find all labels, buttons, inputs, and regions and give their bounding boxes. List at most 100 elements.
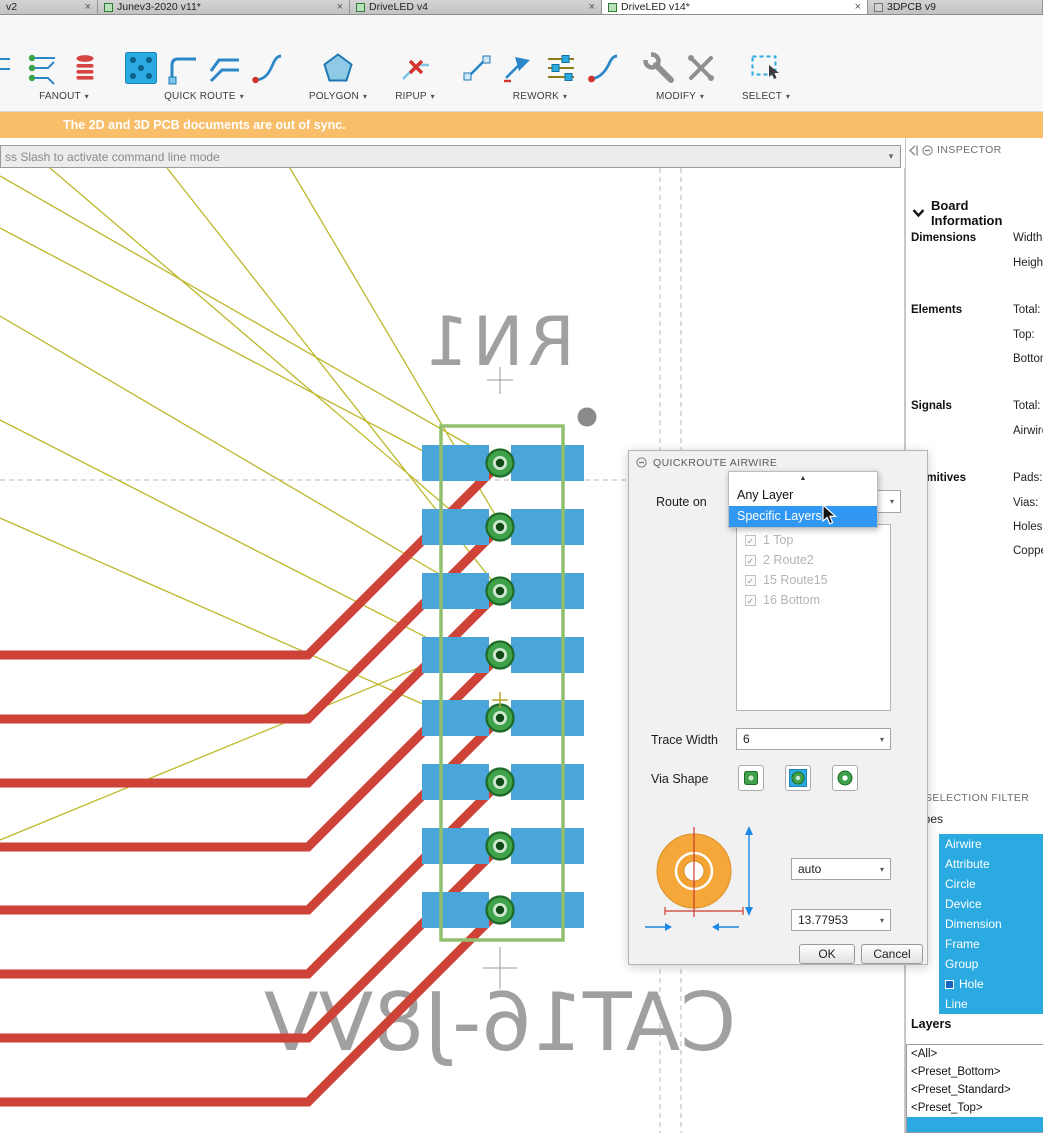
layer-preset-selected[interactable]	[907, 1117, 1043, 1132]
tab-document-4-active[interactable]: DriveLED v14* ×	[602, 0, 868, 14]
checkbox-icon[interactable]: ✓	[745, 554, 756, 566]
crossed-tools-icon[interactable]	[684, 51, 718, 85]
filter-item-label: Airwire	[945, 837, 982, 851]
close-icon[interactable]: ×	[85, 1, 91, 13]
select-menu-button[interactable]: SELECT ▾	[733, 91, 799, 102]
route-corner-icon[interactable]	[166, 51, 200, 85]
collapse-icon[interactable]	[636, 457, 647, 468]
filter-item-frame[interactable]: Frame	[939, 934, 1043, 954]
cancel-button[interactable]: Cancel	[861, 944, 923, 964]
checkbox-icon[interactable]: ✓	[745, 534, 756, 546]
filter-item-attribute[interactable]: Attribute	[939, 854, 1043, 874]
layer-preset-all[interactable]: <All>	[907, 1045, 1043, 1063]
modify-menu-button[interactable]: MODIFY ▾	[636, 91, 724, 102]
wrench-icon[interactable]	[642, 51, 676, 85]
filter-item-line[interactable]: Line	[939, 994, 1043, 1014]
chevron-down-icon[interactable]: ▾	[884, 497, 900, 506]
vias[interactable]	[485, 448, 515, 925]
close-icon[interactable]: ×	[589, 1, 595, 13]
layer-check-route2[interactable]: ✓ 2 Route2	[737, 550, 890, 570]
checkbox-icon[interactable]: ✓	[745, 594, 756, 606]
double-route-icon[interactable]	[208, 51, 242, 85]
field-label: Total:	[1013, 304, 1041, 316]
quickroute-airwire-dialog: QUICKROUTE AIRWIRE Route on ▾ ▲ Any Laye…	[628, 450, 928, 965]
chevron-down-icon[interactable]: ▾	[874, 735, 890, 744]
filter-item-label: Group	[945, 957, 979, 971]
field-label: Copper:	[1013, 545, 1043, 557]
quick-route-menu-button[interactable]: QUICK ROUTE ▾	[118, 91, 290, 102]
layer-preset-bottom[interactable]: <Preset_Bottom>	[907, 1063, 1043, 1081]
field-label: Pads:	[1013, 472, 1043, 484]
layer-check-route15[interactable]: ✓ 15 Route15	[737, 570, 890, 590]
inspector-header[interactable]: INSPECTOR	[908, 144, 1002, 156]
collapse-icon[interactable]	[922, 144, 933, 156]
layer-preset-list: <All> <Preset_Bottom> <Preset_Standard> …	[906, 1044, 1043, 1133]
rework-menu-button[interactable]: REWORK ▾	[452, 91, 628, 102]
checkbox-icon[interactable]: ✓	[745, 574, 756, 586]
via-shape-square-button[interactable]	[738, 765, 764, 791]
close-icon[interactable]: ×	[337, 1, 343, 13]
command-line-hint[interactable]: ss Slash to activate command line mode	[1, 150, 882, 164]
via-diameter-select[interactable]: auto ▾	[791, 858, 891, 880]
fanout-icon[interactable]	[26, 51, 60, 85]
trace-width-select[interactable]: 6 ▾	[736, 728, 891, 750]
tab-label: DriveLED v4	[369, 1, 428, 13]
adjust-lines-icon[interactable]	[544, 51, 578, 85]
field-label: Top:	[1013, 329, 1035, 341]
quick-route-icon[interactable]	[124, 51, 158, 85]
tab-label: Junev3-2020 v11*	[117, 1, 201, 13]
option-any-layer[interactable]: Any Layer	[729, 485, 877, 506]
filter-item-group[interactable]: Group	[939, 954, 1043, 974]
option-specific-layers[interactable]: Specific Layers	[729, 506, 877, 527]
tab-document-5[interactable]: 3DPCB v9	[868, 0, 1043, 14]
chevron-down-icon: ▾	[430, 92, 435, 101]
field-label: Vias:	[1013, 497, 1039, 509]
clipped-tool-icon[interactable]	[0, 51, 12, 85]
dock-panel-icon[interactable]	[908, 144, 918, 156]
chevron-down-icon: ▾	[362, 92, 368, 101]
filter-item-hole[interactable]: Hole	[939, 974, 1043, 994]
layer-check-top[interactable]: ✓ 1 Top	[737, 530, 890, 550]
filter-item-airwire[interactable]: Airwire	[939, 834, 1043, 854]
layer-check-label: 16 Bottom	[763, 593, 820, 607]
ripup-icon[interactable]	[398, 51, 432, 85]
select-icon[interactable]	[749, 51, 783, 85]
layer-preset-standard[interactable]: <Preset_Standard>	[907, 1081, 1043, 1099]
ok-button[interactable]: OK	[799, 944, 855, 964]
tab-document-3[interactable]: DriveLED v4 ×	[350, 0, 602, 14]
ripup-menu-button[interactable]: RIPUP ▾	[382, 91, 448, 102]
filter-item-device[interactable]: Device	[939, 894, 1043, 914]
command-line-bar[interactable]: ss Slash to activate command line mode ▾	[0, 145, 901, 168]
reroute-arrow-icon[interactable]	[502, 51, 536, 85]
filter-item-circle[interactable]: Circle	[939, 874, 1043, 894]
arrow-up-icon	[745, 826, 753, 835]
route-swoosh-icon[interactable]	[250, 51, 284, 85]
smooth-route-icon[interactable]	[586, 51, 620, 85]
tab-bar: v2 × Junev3-2020 v11* × DriveLED v4 × Dr…	[0, 0, 1043, 15]
airwires[interactable]	[0, 167, 501, 841]
polygon-menu-button[interactable]: POLYGON ▾	[300, 91, 376, 102]
tab-document-1[interactable]: v2 ×	[0, 0, 98, 14]
polygon-icon[interactable]	[321, 51, 355, 85]
toolbar-group-label: POLYGON	[308, 91, 359, 102]
chevron-down-icon[interactable]: ▾	[874, 865, 890, 874]
fanout-stack-icon[interactable]	[68, 51, 102, 85]
wire-segment-icon[interactable]	[460, 51, 494, 85]
via-drill-select[interactable]: 13.77953 ▾	[791, 909, 891, 931]
via-shape-round-button[interactable]	[832, 765, 858, 791]
layer-check-bottom[interactable]: ✓ 16 Bottom	[737, 590, 890, 610]
field-label: Bottom:	[1013, 353, 1043, 365]
fanout-menu-button[interactable]: FANOUT ▾	[14, 91, 114, 102]
close-icon[interactable]: ×	[855, 1, 861, 13]
scroll-up-icon[interactable]: ▲	[729, 472, 877, 485]
chevron-down-icon[interactable]: ▾	[874, 916, 890, 925]
toolbar-group-clipped	[0, 48, 12, 88]
hole-marker[interactable]	[577, 407, 597, 427]
toolbar-group-quick-route: QUICK ROUTE ▾	[118, 48, 290, 102]
chevron-down-icon[interactable]: ▾	[882, 151, 900, 162]
board-information-section-header[interactable]: Board Information	[912, 198, 1043, 228]
layer-preset-top[interactable]: <Preset_Top>	[907, 1099, 1043, 1117]
via-shape-octagon-button[interactable]	[785, 765, 811, 791]
tab-document-2[interactable]: Junev3-2020 v11* ×	[98, 0, 350, 14]
filter-item-dimension[interactable]: Dimension	[939, 914, 1043, 934]
